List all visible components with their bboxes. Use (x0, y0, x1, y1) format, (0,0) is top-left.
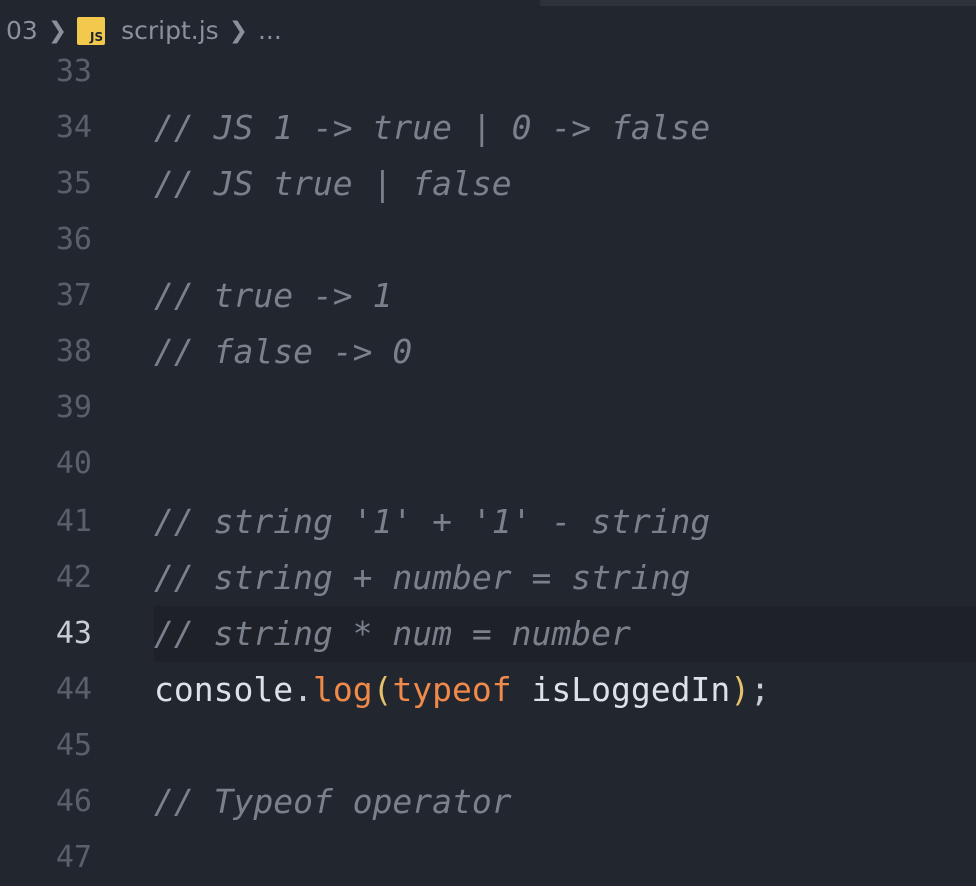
code-token-dot: . (293, 670, 313, 709)
code-line[interactable]: 38 // false -> 0 (0, 324, 976, 380)
code-line[interactable]: 36 (0, 212, 976, 268)
code-line[interactable]: 45 (0, 718, 976, 774)
code-token-method: log (312, 670, 373, 709)
line-content: // false -> 0 (154, 332, 413, 371)
line-number: 47 (55, 840, 92, 875)
chevron-right-icon: ❯ (228, 18, 248, 44)
code-line[interactable]: 33 (0, 44, 976, 100)
line-number: 40 (55, 446, 92, 481)
chevron-right-icon: ❯ (47, 18, 68, 44)
code-line[interactable]: 35 // JS true | false (0, 156, 976, 212)
code-line[interactable]: 44 console.log(typeof isLoggedIn); (0, 662, 976, 718)
line-content: // string '1' + '1' - string (154, 502, 711, 541)
line-content: // string * num = number (154, 606, 976, 662)
line-number: 38 (55, 334, 92, 369)
code-token-object: console (154, 670, 294, 709)
code-token-close-paren: ) (730, 670, 751, 709)
code-line[interactable]: 34 // JS 1 -> true | 0 -> false (0, 100, 976, 156)
code-line-current[interactable]: 43 // string * num = number (0, 606, 976, 662)
code-token-semicolon: ; (750, 670, 770, 709)
code-token-open-paren: ( (372, 670, 393, 709)
code-line[interactable]: 39 (0, 380, 976, 436)
javascript-file-icon: JS (77, 17, 106, 45)
code-line[interactable]: 37 // true -> 1 (0, 268, 976, 324)
line-content: // JS 1 -> true | 0 -> false (154, 108, 711, 147)
code-line[interactable]: 40 (0, 436, 976, 492)
tab-strip-right (540, 0, 976, 6)
line-number: 36 (55, 222, 92, 257)
line-number-current: 43 (55, 616, 92, 651)
line-content: // string + number = string (154, 558, 691, 597)
line-number: 35 (55, 166, 92, 201)
line-number: 39 (55, 390, 92, 425)
line-number: 41 (55, 504, 92, 539)
line-number: 37 (55, 278, 92, 313)
code-token-variable: isLoggedIn (531, 670, 731, 709)
line-number: 45 (55, 728, 92, 763)
line-number: 44 (55, 672, 92, 707)
line-number: 34 (55, 110, 92, 145)
line-number: 33 (55, 54, 92, 89)
line-content: // Typeof operator (154, 782, 512, 821)
tab-strip-left (0, 0, 540, 6)
line-number: 46 (55, 784, 92, 819)
top-tab-strip (0, 0, 976, 6)
line-content: // true -> 1 (154, 276, 393, 315)
code-line[interactable]: 47 (0, 830, 976, 886)
line-content: console.log(typeof isLoggedIn); (154, 662, 770, 718)
code-line[interactable]: 46 // Typeof operator (0, 774, 976, 830)
code-editor[interactable]: 33 34 // JS 1 -> true | 0 -> false 35 //… (0, 44, 976, 886)
code-line[interactable]: 42 // string + number = string (0, 550, 976, 606)
line-content: // JS true | false (154, 164, 512, 203)
line-number: 42 (55, 560, 92, 595)
code-line[interactable]: 41 // string '1' + '1' - string (0, 494, 976, 550)
code-token-keyword: typeof (392, 670, 512, 709)
